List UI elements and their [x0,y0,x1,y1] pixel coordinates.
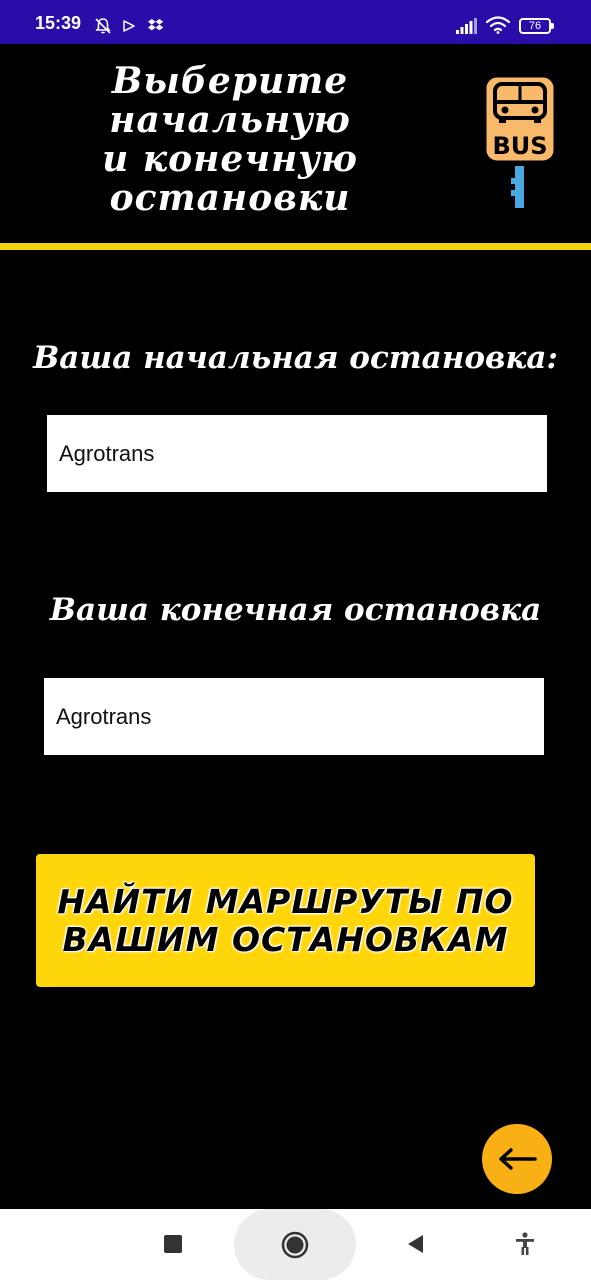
home-button[interactable] [277,1227,313,1263]
play-store-icon [123,20,135,32]
bus-logo-text: BUS [492,132,547,160]
recents-button[interactable] [158,1229,188,1259]
back-triangle-icon [408,1235,423,1253]
find-routes-button[interactable]: НАЙТИ МАРШРУТЫ ПО ВАШИМ ОСТАНОВКАМ [36,854,535,987]
status-bar: 15:39 76 [0,0,591,44]
signal-icon [456,18,477,34]
bus-stop-icon: BUS [483,74,559,208]
status-time: 15:39 [35,13,82,33]
accessibility-icon [516,1232,534,1255]
back-button[interactable] [400,1229,430,1259]
wifi-icon [486,16,510,34]
header-divider [0,243,591,250]
end-stop-label: Ваша конечная остановка [49,592,542,628]
start-stop-label: Ваша начальная остановка: [33,340,558,376]
dropbox-icon [148,18,164,31]
recents-square-icon [164,1235,182,1253]
battery-level: 76 [528,20,542,32]
accessibility-button[interactable] [510,1229,540,1259]
back-fab-button[interactable] [482,1124,552,1194]
start-stop-input[interactable] [47,415,547,492]
battery-icon: 76 [519,18,554,34]
home-circle-icon [281,1231,309,1259]
notifications-off-icon [95,18,111,34]
system-nav-bar [0,1209,591,1280]
end-stop-input[interactable] [44,678,544,755]
page-title: Выберите начальную и конечную остановки [102,60,358,219]
find-routes-button-label: НАЙТИ МАРШРУТЫ ПО ВАШИМ ОСТАНОВКАМ [57,881,514,959]
arrow-left-icon [499,1148,537,1170]
